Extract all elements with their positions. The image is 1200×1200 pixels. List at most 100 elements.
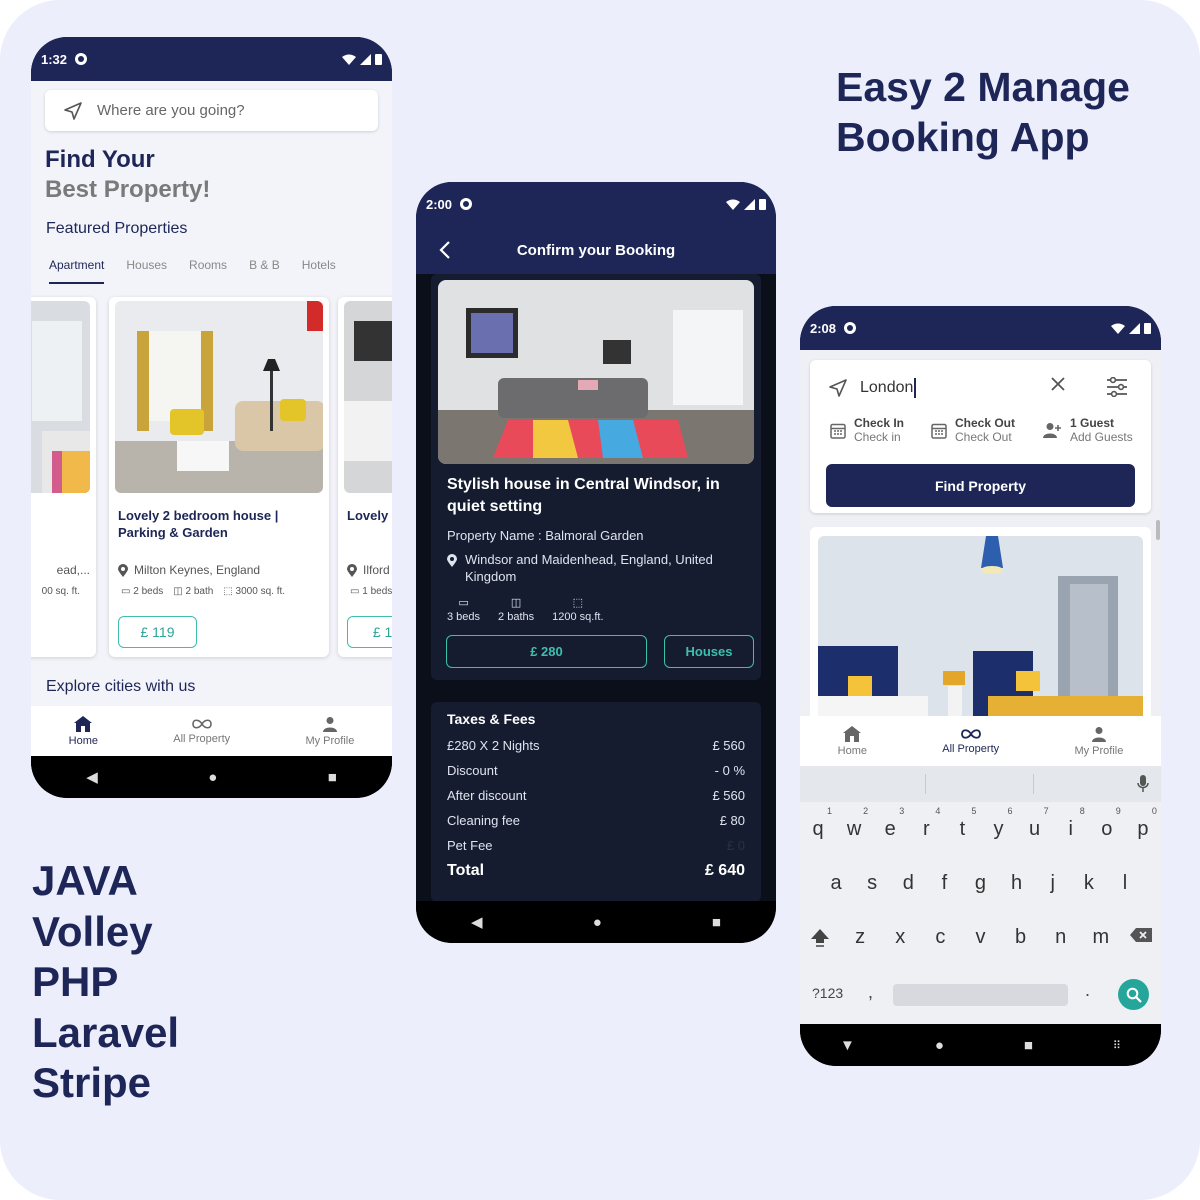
property-card-partial-right[interactable]: Lovely c apartm Ilford ▭ 1 beds £ 12	[338, 297, 392, 657]
home-nav-icon[interactable]: ●	[593, 914, 602, 931]
property-result-card[interactable]	[810, 527, 1151, 727]
key-t[interactable]: 5t	[944, 806, 980, 841]
beds-text: 1 beds	[362, 586, 392, 597]
fee-row: £280 X 2 Nights £ 560	[447, 738, 745, 753]
key-g[interactable]: g	[962, 872, 998, 895]
featured-properties-title: Featured Properties	[46, 220, 188, 237]
price-button[interactable]: £ 12	[347, 616, 392, 648]
promo-canvas: Easy 2 Manage Booking App JAVA Volley PH…	[0, 0, 1200, 1200]
tech-item: Laravel	[32, 1008, 180, 1056]
key-e[interactable]: 3e	[872, 806, 908, 841]
property-photo	[115, 301, 323, 493]
space-key[interactable]	[893, 984, 1068, 1006]
phone-search-screen: 2:08 London Check In Check in Check Out …	[800, 306, 1161, 1066]
key-x[interactable]: x	[882, 926, 918, 954]
nav-home[interactable]: Home	[69, 715, 98, 747]
nav-profile-label: My Profile	[1074, 744, 1124, 757]
period-key[interactable]: .	[1085, 980, 1090, 1001]
key-m[interactable]: m	[1083, 926, 1119, 954]
recents-nav-icon[interactable]: ■	[1024, 1037, 1033, 1054]
key-c[interactable]: c	[922, 926, 958, 954]
home-icon	[843, 725, 862, 742]
wifi-icon	[342, 54, 356, 65]
key-z[interactable]: z	[842, 926, 878, 954]
android-navbar: ◀ ● ■	[416, 901, 776, 943]
find-property-button[interactable]: Find Property	[826, 464, 1135, 507]
keyboard-switch-icon[interactable]: ⠿	[1113, 1039, 1121, 1052]
key-b[interactable]: b	[1003, 926, 1039, 954]
key-y[interactable]: 6y	[981, 806, 1017, 841]
status-time: 2:08	[810, 320, 837, 336]
symbols-key[interactable]: ?123	[812, 985, 843, 1001]
property-title: Stylish house in Central Windsor, in qui…	[447, 476, 720, 515]
property-location: Milton Keynes, England	[118, 563, 260, 577]
key-d[interactable]: d	[890, 872, 926, 895]
nav-all-property[interactable]: All Property	[173, 718, 230, 745]
keyboard-search-key[interactable]	[1118, 979, 1149, 1010]
home-nav-icon[interactable]: ●	[935, 1037, 944, 1054]
beds-feature: ▭ 3 beds	[447, 596, 480, 623]
bed-feature: ▭ 1 beds	[350, 586, 392, 597]
key-s[interactable]: s	[854, 872, 890, 895]
guests-selector[interactable]: 1 Guest Add Guests	[1042, 416, 1133, 444]
nav-my-profile[interactable]: My Profile	[305, 716, 354, 747]
tab-rooms[interactable]: Rooms	[189, 256, 227, 284]
home-nav-icon[interactable]: ●	[208, 769, 217, 786]
key-r[interactable]: 4r	[908, 806, 944, 841]
check-in-selector[interactable]: Check In Check in	[830, 416, 904, 444]
room-photo	[344, 301, 392, 493]
keyboard-row-2: a s d f g h j k l	[800, 872, 1161, 895]
key-o[interactable]: 9o	[1089, 806, 1125, 841]
tab-hotels[interactable]: Hotels	[302, 256, 336, 284]
key-f[interactable]: f	[926, 872, 962, 895]
shift-key[interactable]	[802, 926, 838, 954]
bed-icon: ▭	[350, 586, 360, 597]
nav-home[interactable]: Home	[838, 725, 867, 757]
property-type-button[interactable]: Houses	[664, 635, 754, 668]
property-features: ▭ 2 beds ◫ 2 bath ⬚ 3000 sq. ft.	[121, 586, 285, 597]
key-a[interactable]: a	[818, 872, 854, 895]
key-w[interactable]: 2w	[836, 806, 872, 841]
tab-houses[interactable]: Houses	[126, 256, 167, 284]
key-l[interactable]: l	[1107, 872, 1143, 895]
phone-home-screen: 1:32 Where are you going? Find Your Best…	[31, 37, 392, 798]
nav-all-property[interactable]: All Property	[942, 728, 999, 755]
check-out-selector[interactable]: Check Out Check Out	[931, 416, 1015, 444]
back-arrow-icon[interactable]	[438, 241, 452, 259]
property-card-partial-left[interactable]: ead,... 00 sq. ft.	[31, 297, 96, 657]
nav-profile-label: My Profile	[305, 734, 355, 747]
price-button[interactable]: £ 280	[446, 635, 647, 668]
home-icon	[74, 715, 93, 732]
key-p[interactable]: 0p	[1125, 806, 1161, 841]
fee-value: £ 0	[726, 838, 745, 853]
search-input[interactable]: London	[828, 378, 916, 398]
back-nav-icon[interactable]: ◀	[471, 913, 483, 931]
key-n[interactable]: n	[1043, 926, 1079, 954]
back-nav-icon[interactable]: ▼	[840, 1037, 855, 1054]
key-v[interactable]: v	[962, 926, 998, 954]
key-k[interactable]: k	[1071, 872, 1107, 895]
recents-nav-icon[interactable]: ■	[712, 914, 721, 931]
clear-icon[interactable]	[1050, 376, 1066, 392]
bottom-navigation: Home All Property My Profile	[800, 716, 1161, 766]
filter-icon[interactable]	[1106, 377, 1128, 397]
back-nav-icon[interactable]: ◀	[86, 768, 98, 786]
tab-apartment[interactable]: Apartment	[49, 256, 105, 284]
property-card[interactable]: Lovely 2 bedroom house | Parking & Garde…	[109, 297, 329, 657]
comma-key[interactable]: ,	[868, 982, 873, 1003]
tab-bnb[interactable]: B & B	[249, 256, 280, 284]
phone-booking-screen: 2:00 Confirm your Booking Stylish house …	[416, 182, 776, 943]
fee-label: Cleaning fee	[447, 813, 520, 828]
key-h[interactable]: h	[999, 872, 1035, 895]
key-i[interactable]: 8i	[1053, 806, 1089, 841]
key-u[interactable]: 7u	[1017, 806, 1053, 841]
scrollbar[interactable]	[1156, 520, 1160, 540]
destination-search[interactable]: Where are you going?	[45, 90, 378, 131]
key-q[interactable]: 1q	[800, 806, 836, 841]
nav-my-profile[interactable]: My Profile	[1074, 726, 1123, 757]
microphone-icon[interactable]	[1137, 775, 1149, 793]
price-button[interactable]: £ 119	[118, 616, 197, 648]
key-j[interactable]: j	[1035, 872, 1071, 895]
recents-nav-icon[interactable]: ■	[328, 769, 337, 786]
backspace-key[interactable]	[1123, 926, 1159, 954]
